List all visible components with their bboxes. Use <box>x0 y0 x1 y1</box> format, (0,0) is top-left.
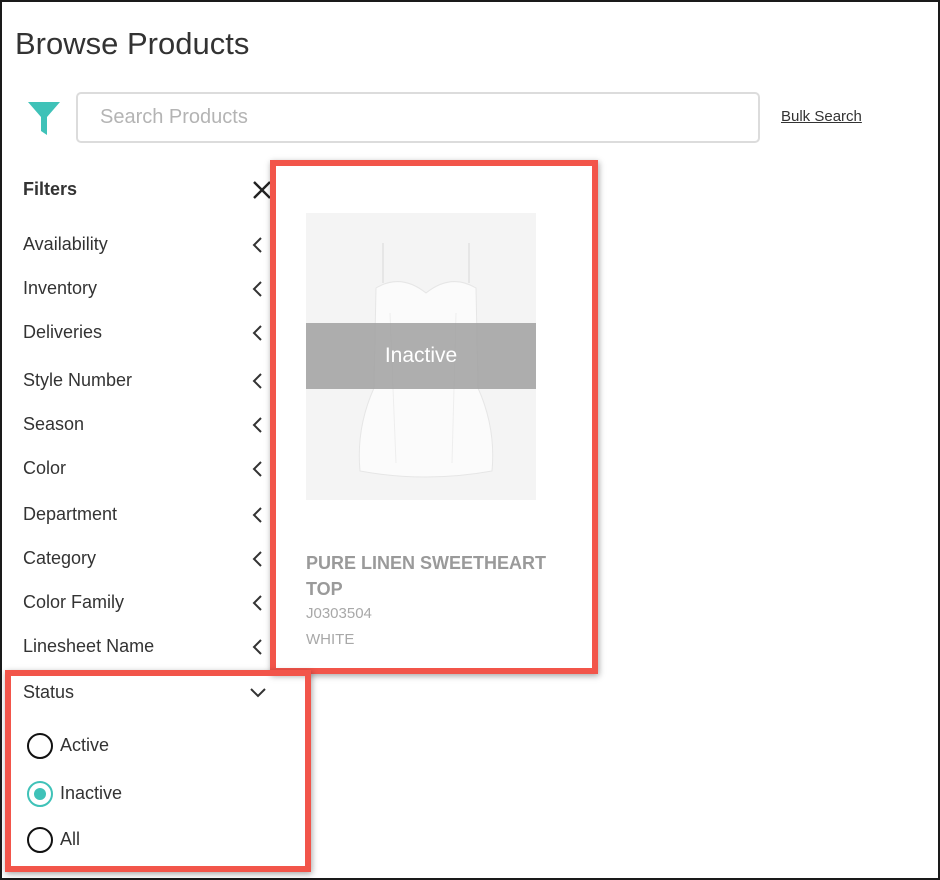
filter-label: Style Number <box>23 370 133 390</box>
product-color: WHITE <box>306 631 355 648</box>
radio-button[interactable] <box>27 781 53 807</box>
chevron-left-icon <box>252 237 262 253</box>
product-image[interactable]: Inactive <box>306 213 536 500</box>
filter-category[interactable]: Category <box>23 544 273 574</box>
chevron-left-icon <box>252 373 262 389</box>
bulk-search-link[interactable]: Bulk Search <box>781 108 862 125</box>
chevron-left-icon <box>252 551 262 567</box>
filter-label: Availability <box>23 234 108 254</box>
filter-style-number[interactable]: Style Number <box>23 366 273 396</box>
status-option-all[interactable]: All <box>27 826 177 854</box>
filter-availability[interactable]: Availability <box>23 230 273 260</box>
status-option-active[interactable]: Active <box>27 732 177 760</box>
product-card[interactable]: Inactive PURE LINEN SWEETHEART TOP J0303… <box>283 175 583 665</box>
filter-linesheet-name[interactable]: Linesheet Name <box>23 632 273 662</box>
filter-deliveries[interactable]: Deliveries <box>23 318 273 348</box>
filter-label: Color <box>23 458 67 478</box>
filter-status[interactable]: Status <box>23 678 273 708</box>
filter-label: Department <box>23 504 118 524</box>
status-option-inactive[interactable]: Inactive <box>27 780 177 808</box>
filter-label: Status <box>23 682 75 702</box>
chevron-left-icon <box>252 461 262 477</box>
chevron-down-icon <box>250 688 266 698</box>
product-style-number: J0303504 <box>306 605 372 622</box>
close-icon[interactable] <box>252 180 272 200</box>
filter-label: Category <box>23 548 97 568</box>
chevron-left-icon <box>252 325 262 341</box>
funnel-icon[interactable] <box>27 101 61 137</box>
chevron-left-icon <box>252 507 262 523</box>
radio-label: Active <box>60 735 110 755</box>
chevron-left-icon <box>252 639 262 655</box>
filter-season[interactable]: Season <box>23 410 273 440</box>
chevron-left-icon <box>252 281 262 297</box>
filter-label: Linesheet Name <box>23 636 155 656</box>
filter-inventory[interactable]: Inventory <box>23 274 273 304</box>
filter-color-family[interactable]: Color Family <box>23 588 273 618</box>
radio-button[interactable] <box>27 733 53 759</box>
radio-label: Inactive <box>60 783 123 803</box>
inactive-overlay: Inactive <box>306 323 536 389</box>
radio-label: All <box>60 829 81 849</box>
filter-department[interactable]: Department <box>23 500 273 530</box>
radio-button[interactable] <box>27 827 53 853</box>
page-title: Browse Products <box>15 26 250 61</box>
filter-label: Deliveries <box>23 322 103 342</box>
filter-label: Color Family <box>23 592 125 612</box>
product-name[interactable]: PURE LINEN SWEETHEART TOP <box>306 550 546 602</box>
filter-label: Season <box>23 414 85 434</box>
filters-title: Filters <box>23 179 78 199</box>
filter-color[interactable]: Color <box>23 454 273 484</box>
chevron-left-icon <box>252 595 262 611</box>
search-input[interactable] <box>76 92 760 143</box>
filter-label: Inventory <box>23 278 98 298</box>
chevron-left-icon <box>252 417 262 433</box>
